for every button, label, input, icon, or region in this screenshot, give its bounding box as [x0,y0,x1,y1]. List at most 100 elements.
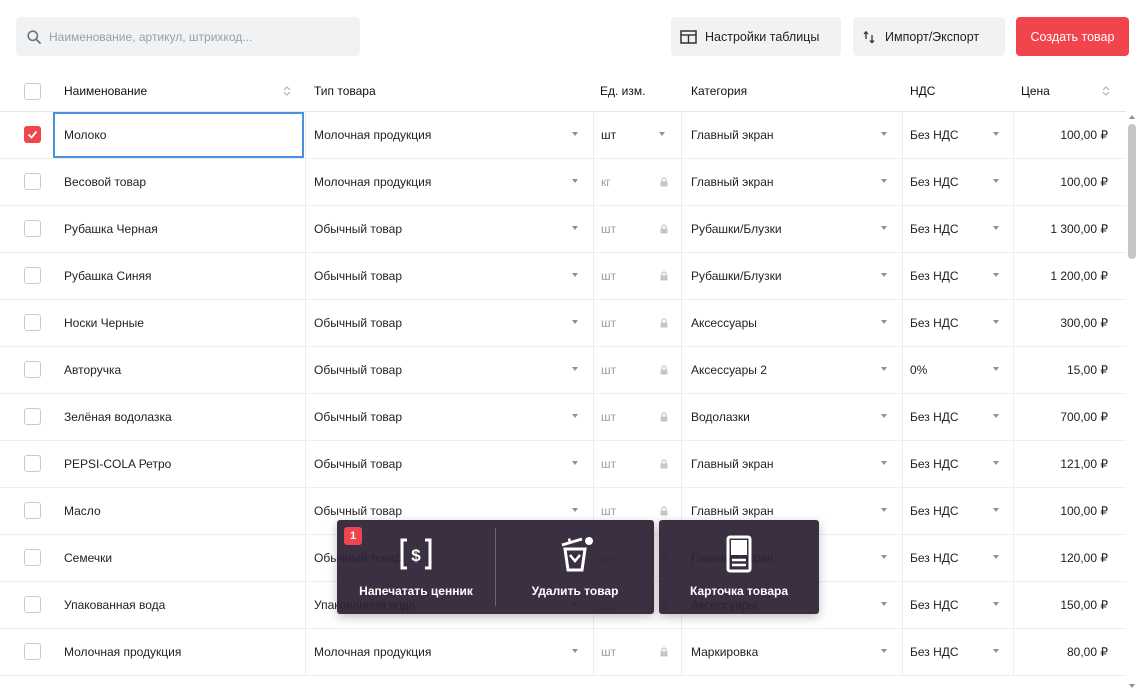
product-name[interactable]: Авторучка [64,347,121,393]
chevron-down-icon[interactable] [572,508,578,512]
row-checkbox[interactable] [24,267,41,284]
table-row[interactable]: Рубашка Черная Обычный товар шт Рубашки/Блу… [0,206,1126,253]
table-row[interactable]: Рубашка Синяя Обычный товар шт Рубашки/Блуз… [0,253,1126,300]
chevron-down-icon[interactable] [881,602,887,606]
unit-select[interactable]: кг [601,159,611,205]
scroll-up-icon[interactable] [1129,115,1135,119]
row-checkbox[interactable] [24,408,41,425]
chevron-down-icon[interactable] [881,508,887,512]
search-input[interactable] [49,29,339,44]
product-name[interactable]: Рубашка Черная [64,206,158,252]
row-checkbox[interactable] [24,173,41,190]
price-cell[interactable]: 100,00 ₽ [1015,488,1108,534]
chevron-down-icon[interactable] [993,602,999,606]
column-header-vat[interactable]: НДС [910,70,935,112]
vat-select[interactable]: Без НДС [910,394,959,440]
unit-select[interactable]: шт [601,206,616,252]
chevron-down-icon[interactable] [993,461,999,465]
column-header-unit[interactable]: Ед. изм. [600,70,645,112]
product-type-select[interactable]: Обычный товар [314,347,402,393]
category-select[interactable]: Рубашки/Блузки [691,206,782,252]
vat-select[interactable]: Без НДС [910,582,959,628]
delete-product-button[interactable]: Удалить товар [496,520,654,614]
scrollbar-thumb[interactable] [1128,124,1136,259]
product-name[interactable]: Весовой товар [64,159,146,205]
chevron-down-icon[interactable] [572,414,578,418]
product-name[interactable]: Молочная продукция [64,629,181,675]
vat-select[interactable]: Без НДС [910,112,959,158]
price-cell[interactable]: 1 300,00 ₽ [1015,206,1108,252]
product-type-select[interactable]: Обычный товар [314,206,402,252]
category-select[interactable]: Водолазки [691,394,750,440]
chevron-down-icon[interactable] [993,273,999,277]
category-select[interactable]: Главный экран [691,159,774,205]
product-name[interactable]: Носки Черные [64,300,144,346]
product-name[interactable]: Масло [64,488,101,534]
chevron-down-icon[interactable] [572,649,578,653]
vat-select[interactable]: 0% [910,347,927,393]
table-row[interactable]: Носки Черные Обычный товар шт Аксессуары Без… [0,300,1126,347]
column-header-price[interactable]: Цена [1021,70,1050,112]
row-checkbox[interactable] [24,549,41,566]
price-cell[interactable]: 300,00 ₽ [1015,300,1108,346]
vat-select[interactable]: Без НДС [910,206,959,252]
product-type-select[interactable]: Обычный товар [314,441,402,487]
vat-select[interactable]: Без НДС [910,488,959,534]
chevron-down-icon[interactable] [993,320,999,324]
vat-select[interactable]: Без НДС [910,300,959,346]
chevron-down-icon[interactable] [993,179,999,183]
chevron-down-icon[interactable] [572,179,578,183]
chevron-down-icon[interactable] [993,649,999,653]
chevron-down-icon[interactable] [881,226,887,230]
chevron-down-icon[interactable] [572,132,578,136]
chevron-down-icon[interactable] [572,226,578,230]
unit-select[interactable]: шт [601,300,616,346]
price-cell[interactable]: 15,00 ₽ [1015,347,1108,393]
product-type-select[interactable]: Обычный товар [314,253,402,299]
chevron-down-icon[interactable] [993,414,999,418]
column-header-type[interactable]: Тип товара [314,70,376,112]
price-cell[interactable]: 700,00 ₽ [1015,394,1108,440]
table-row[interactable]: Весовой товар Молочная продукция кг Главный… [0,159,1126,206]
chevron-down-icon[interactable] [993,367,999,371]
unit-select[interactable]: шт [601,394,616,440]
chevron-down-icon[interactable] [881,320,887,324]
chevron-down-icon[interactable] [572,273,578,277]
chevron-down-icon[interactable] [881,414,887,418]
table-row[interactable]: Молоко Молочная продукция шт Главный экран Б… [0,112,1126,159]
chevron-down-icon[interactable] [572,320,578,324]
product-type-select[interactable]: Обычный товар [314,394,402,440]
chevron-down-icon[interactable] [881,555,887,559]
scroll-down-icon[interactable] [1129,684,1135,688]
unit-select[interactable]: шт [601,347,616,393]
table-row[interactable]: Зелёная водолазка Обычный товар шт Водолазк… [0,394,1126,441]
table-row[interactable]: Авторучка Обычный товар шт Аксессуары 2 0% 15… [0,347,1126,394]
import-export-button[interactable]: Импорт/Экспорт [853,17,1005,56]
product-name[interactable]: Зелёная водолазка [64,394,172,440]
table-row[interactable]: Молочная продукция Молочная продукция шт Ма… [0,629,1126,676]
create-product-button[interactable]: Создать товар [1016,17,1129,56]
chevron-down-icon[interactable] [993,226,999,230]
chevron-down-icon[interactable] [881,179,887,183]
chevron-down-icon[interactable] [572,367,578,371]
category-select[interactable]: Главный экран [691,112,774,158]
row-checkbox[interactable] [24,643,41,660]
vat-select[interactable]: Без НДС [910,441,959,487]
category-select[interactable]: Главный экран [691,441,774,487]
product-name[interactable]: PEPSI-COLA Ретро [64,441,171,487]
price-cell[interactable]: 120,00 ₽ [1015,535,1108,581]
category-select[interactable]: Рубашки/Блузки [691,253,782,299]
product-type-select[interactable]: Молочная продукция [314,112,431,158]
chevron-down-icon[interactable] [881,367,887,371]
product-type-select[interactable]: Молочная продукция [314,159,431,205]
product-name[interactable]: Рубашка Синяя [64,253,152,299]
column-header-category[interactable]: Категория [691,70,747,112]
chevron-down-icon[interactable] [993,508,999,512]
sort-icon[interactable] [283,85,291,97]
row-checkbox[interactable] [24,314,41,331]
row-checkbox[interactable] [24,502,41,519]
unit-select[interactable]: шт [601,112,616,158]
chevron-down-icon[interactable] [881,132,887,136]
row-checkbox[interactable] [24,455,41,472]
column-header-name[interactable]: Наименование [64,70,147,112]
